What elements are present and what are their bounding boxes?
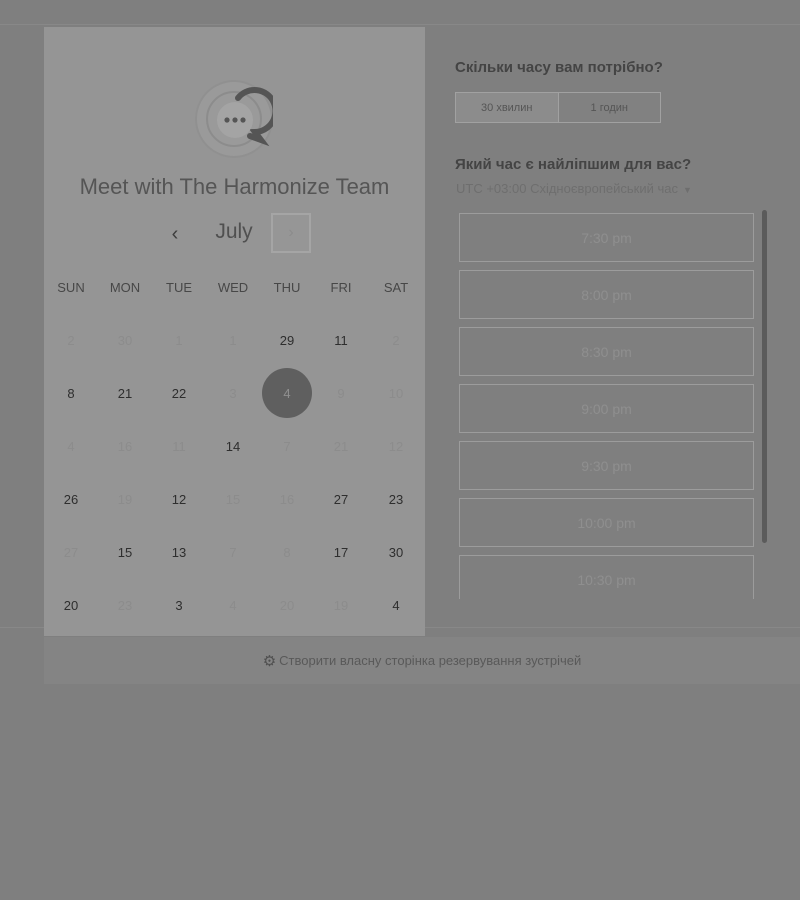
calendar-day: 2: [67, 332, 75, 348]
calendar-day: 2: [392, 332, 400, 348]
calendar-day[interactable]: 26: [46, 474, 96, 524]
background-divider-top: [0, 24, 800, 25]
selected-day[interactable]: 4: [262, 368, 312, 418]
weekday-label: SUN: [57, 280, 85, 295]
calendar-day: 1: [175, 332, 183, 348]
calendar-day: 12: [388, 438, 404, 454]
time-slot[interactable]: 9:30 pm: [459, 441, 754, 490]
calendar-day: 1: [229, 332, 237, 348]
calendar-day[interactable]: 21: [100, 368, 150, 418]
calendar-day: 16: [117, 438, 133, 454]
calendar-day: 19: [333, 597, 349, 613]
chat-bubble-logo-icon: [206, 87, 273, 147]
timezone-label: UTC +03:00 Східноєвропейський час: [456, 181, 678, 196]
calendar-day: 4: [229, 597, 237, 613]
weekday-label: TUE: [166, 280, 192, 295]
calendar-day: 11: [172, 438, 186, 454]
weekday-label: FRI: [330, 280, 352, 295]
calendar-day[interactable]: 29: [262, 315, 312, 365]
footer-text: Створити власну сторінка резервування зу…: [279, 653, 582, 668]
duration-selector: 30 хвилин 1 годин: [455, 92, 661, 123]
calendar-day[interactable]: 27: [316, 474, 366, 524]
calendar-day: 30: [117, 332, 133, 348]
calendar-day: 21: [333, 438, 349, 454]
weekday-label: WED: [217, 280, 249, 295]
calendar-day: 15: [225, 491, 241, 507]
duration-option-1-hour[interactable]: 1 годин: [557, 93, 661, 122]
calendar-day[interactable]: 8: [46, 368, 96, 418]
weekday-label: MON: [109, 280, 141, 295]
footer-link[interactable]: ⚙ Створити власну сторінка резервування …: [44, 637, 800, 684]
time-slot-scrollbar[interactable]: [762, 210, 767, 543]
previous-month-button[interactable]: ‹: [160, 216, 190, 252]
calendar-day[interactable]: 17: [316, 527, 366, 577]
calendar-day: 8: [283, 544, 291, 560]
calendar-day[interactable]: 4: [371, 580, 421, 630]
calendar-day[interactable]: 14: [208, 421, 258, 471]
time-question: Який час є найліпшим для вас?: [455, 156, 692, 173]
meeting-title: Meet with The Harmonize Team: [79, 174, 390, 199]
weekday-label: THU: [273, 280, 301, 295]
calendar-day[interactable]: 30: [371, 527, 421, 577]
calendar-day[interactable]: 3: [154, 580, 204, 630]
calendar-day: 4: [67, 438, 75, 454]
calendar-day: 7: [229, 544, 237, 560]
calendar-day: 27: [63, 544, 79, 560]
calendar-day: 23: [117, 597, 133, 613]
time-slot[interactable]: 7:30 pm: [459, 213, 754, 262]
time-slot[interactable]: 10:00 pm: [459, 498, 754, 547]
time-slot[interactable]: 8:30 pm: [459, 327, 754, 376]
calendar-day[interactable]: 20: [46, 580, 96, 630]
hubspot-sprocket-icon: ⚙: [262, 652, 277, 670]
month-label: July: [215, 220, 253, 243]
calendar-day[interactable]: 13: [154, 527, 204, 577]
calendar-day: 20: [279, 597, 295, 613]
calendar-day: 19: [117, 491, 133, 507]
calendar-day: 16: [279, 491, 295, 507]
timezone-dropdown[interactable]: UTC +03:00 Східноєвропейський час ▼: [456, 181, 692, 196]
calendar-day[interactable]: 15: [100, 527, 150, 577]
weekday-label: SAT: [383, 280, 409, 295]
duration-option-30-min[interactable]: 30 хвилин: [456, 93, 558, 122]
chevron-right-icon: ›: [288, 224, 294, 241]
duration-question: Скільки часу вам потрібно?: [455, 59, 663, 76]
calendar-day[interactable]: 22: [154, 368, 204, 418]
caret-down-icon: ▼: [682, 185, 692, 195]
calendar-day[interactable]: 11: [316, 315, 366, 365]
time-slot-list: 7:30 pm 8:00 pm 8:30 pm 9:00 pm 9:30 pm …: [459, 213, 754, 599]
calendar-day[interactable]: 12: [154, 474, 204, 524]
calendar-day: 9: [337, 385, 345, 401]
calendar-day: 10: [388, 385, 404, 401]
time-slot[interactable]: 8:00 pm: [459, 270, 754, 319]
calendar-day: 7: [283, 438, 291, 454]
time-slot[interactable]: 10:30 pm: [459, 555, 754, 599]
calendar-day[interactable]: 23: [371, 474, 421, 524]
time-slot[interactable]: 9:00 pm: [459, 384, 754, 433]
next-month-button[interactable]: ›: [271, 213, 311, 253]
chevron-left-icon: ‹: [171, 222, 179, 245]
calendar-day: 3: [229, 385, 237, 401]
